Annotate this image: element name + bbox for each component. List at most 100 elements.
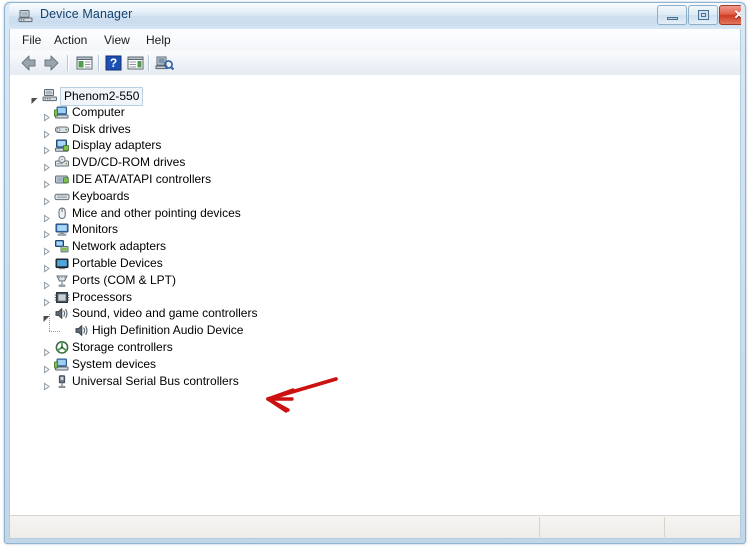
- tree-node-label: Processors: [72, 289, 133, 304]
- usb-controller-icon: [54, 374, 70, 389]
- mouse-icon: [54, 206, 70, 221]
- tree-node[interactable]: Universal Serial Bus controllers: [30, 373, 680, 391]
- tree-node-label: IDE ATA/ATAPI controllers: [72, 171, 212, 186]
- dvd-drive-icon: [54, 155, 70, 170]
- expand-triangle-icon[interactable]: [42, 176, 51, 189]
- toolbar-separator-2: [98, 55, 100, 71]
- tree-node[interactable]: Network adapters: [30, 238, 680, 256]
- tree-connector-horizontal: [49, 331, 60, 333]
- window-title: Device Manager: [40, 7, 133, 21]
- tree-node-label: Display adapters: [72, 138, 162, 153]
- maximize-icon: [698, 10, 709, 20]
- display-adapter-icon: [54, 138, 70, 153]
- menu-bar: File Action View Help: [10, 29, 740, 52]
- root-selection-box: Phenom2-550: [60, 87, 144, 106]
- forward-button[interactable]: [41, 53, 62, 73]
- tree-node[interactable]: IDE ATA/ATAPI controllers: [30, 171, 680, 189]
- tree-node[interactable]: Sound, video and game controllers: [30, 305, 680, 323]
- computer-icon: [54, 105, 70, 120]
- tree-node-label: Keyboards: [72, 188, 130, 203]
- status-divider-1: [539, 517, 540, 537]
- toolbar: ?: [10, 51, 740, 76]
- expand-triangle-icon[interactable]: [42, 243, 51, 256]
- scan-for-hardware-changes-button[interactable]: [154, 53, 175, 73]
- tree-node[interactable]: Processors: [30, 289, 680, 307]
- tree-node[interactable]: Monitors: [30, 221, 680, 239]
- tree-node[interactable]: Ports (COM & LPT): [30, 272, 680, 290]
- tree-node-label: Portable Devices: [72, 255, 163, 270]
- expand-triangle-icon[interactable]: [42, 142, 51, 155]
- tree-node[interactable]: High Definition Audio Device: [30, 314, 680, 339]
- tree-node-label: Disk drives: [72, 121, 131, 136]
- tree-node-label: Universal Serial Bus controllers: [72, 373, 239, 388]
- expand-triangle-icon[interactable]: [42, 226, 51, 239]
- device-tree-panel[interactable]: Phenom2-550 Computer Disk drives Display a…: [10, 75, 740, 516]
- console-tree-icon: [76, 56, 93, 70]
- window-client-area: File Action View Help ? Phenom2-550 Comp…: [9, 29, 741, 539]
- expand-triangle-icon[interactable]: [42, 126, 51, 139]
- toolbar-separator-1: [67, 55, 69, 71]
- svg-text:?: ?: [110, 56, 117, 70]
- maximize-button[interactable]: [688, 5, 718, 25]
- tree-node-label: Mice and other pointing devices: [72, 205, 241, 220]
- ide-controller-icon: [54, 172, 70, 187]
- close-button[interactable]: ✕: [719, 5, 741, 25]
- forward-arrow-icon: [44, 55, 59, 71]
- tree-node-label: Ports (COM & LPT): [72, 272, 177, 287]
- expand-triangle-icon[interactable]: [42, 193, 51, 206]
- portable-device-icon: [54, 256, 70, 271]
- minimize-icon: [667, 17, 678, 20]
- menu-file[interactable]: File: [16, 32, 47, 49]
- tree-connector-vertical: [49, 314, 50, 332]
- tree-node-root[interactable]: Phenom2-550: [30, 87, 680, 106]
- tree-node[interactable]: Storage controllers: [30, 339, 680, 357]
- computer-root-icon: [42, 88, 58, 103]
- title-bar[interactable]: Device Manager ✕: [9, 3, 741, 29]
- tree-node-label: Monitors: [72, 222, 119, 237]
- properties-button[interactable]: [125, 53, 146, 73]
- back-button[interactable]: [18, 53, 39, 73]
- tree-node[interactable]: Keyboards: [30, 188, 680, 206]
- tree-node[interactable]: System devices: [30, 356, 680, 374]
- tree-node-label: Sound, video and game controllers: [72, 306, 258, 321]
- help-button[interactable]: ?: [103, 53, 124, 73]
- expand-triangle-icon[interactable]: [42, 361, 51, 374]
- close-icon: ✕: [733, 7, 741, 22]
- properties-window-icon: [127, 56, 144, 70]
- expand-triangle-icon[interactable]: [42, 277, 51, 290]
- tree-node[interactable]: Mice and other pointing devices: [30, 205, 680, 223]
- toolbar-separator-3: [148, 55, 150, 71]
- expand-triangle-icon[interactable]: [42, 109, 51, 122]
- expand-triangle-icon[interactable]: [42, 159, 51, 172]
- tree-node[interactable]: DVD/CD-ROM drives: [30, 154, 680, 172]
- expand-triangle-icon[interactable]: [42, 260, 51, 273]
- expand-triangle-icon[interactable]: [42, 344, 51, 357]
- tree-node[interactable]: Portable Devices: [30, 255, 680, 273]
- tree-node[interactable]: Computer: [30, 104, 680, 122]
- minimize-button[interactable]: [657, 5, 687, 25]
- tree-node-label: DVD/CD-ROM drives: [72, 155, 186, 170]
- tree-node[interactable]: Disk drives: [30, 121, 680, 139]
- network-adapter-icon: [54, 239, 70, 254]
- disk-drive-icon: [54, 122, 70, 137]
- port-icon: [54, 273, 70, 288]
- show-hide-console-tree-button[interactable]: [74, 53, 95, 73]
- device-manager-window: Device Manager ✕ File Action View Help ?…: [4, 2, 746, 544]
- tree-node-label: System devices: [72, 356, 157, 371]
- menu-view[interactable]: View: [98, 32, 136, 49]
- tree-node-root-label: Phenom2-550: [60, 87, 144, 106]
- device-manager-icon: [18, 8, 34, 24]
- menu-action[interactable]: Action: [48, 32, 93, 49]
- expand-triangle-icon[interactable]: [42, 294, 51, 307]
- sound-controller-icon: [74, 323, 90, 338]
- tree-node-label: Storage controllers: [72, 339, 173, 354]
- keyboard-icon: [54, 189, 70, 204]
- tree-node-label: High Definition Audio Device: [92, 323, 244, 338]
- expand-triangle-icon[interactable]: [42, 210, 51, 223]
- storage-controller-icon: [54, 340, 70, 355]
- collapse-triangle-icon[interactable]: [30, 92, 39, 104]
- tree-node[interactable]: Display adapters: [30, 137, 680, 155]
- expand-triangle-icon[interactable]: [42, 378, 51, 391]
- desktop-background: Device Manager ✕ File Action View Help ?…: [0, 0, 750, 548]
- menu-help[interactable]: Help: [140, 32, 177, 49]
